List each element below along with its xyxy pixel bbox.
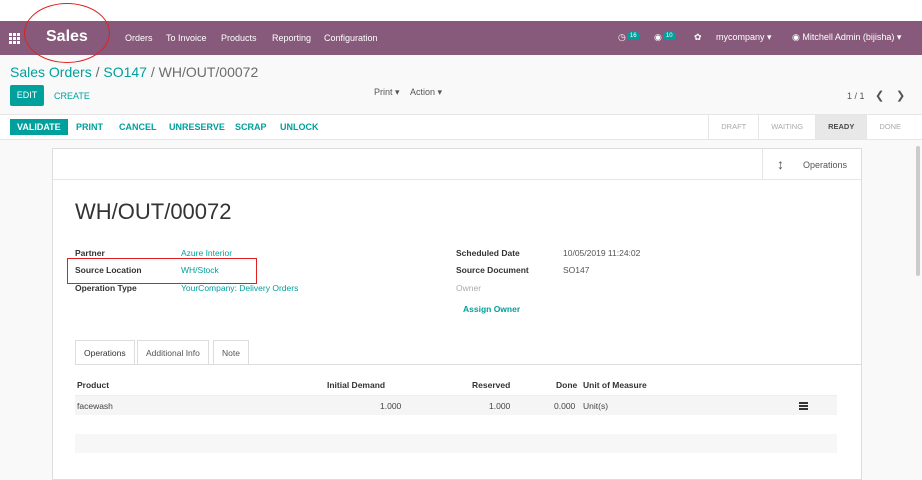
validate-button[interactable]: VALIDATE: [10, 119, 68, 135]
unlock-button[interactable]: UNLOCK: [280, 122, 319, 132]
unreserve-button[interactable]: UNRESERVE: [169, 122, 225, 132]
company-name: mycompany: [716, 32, 765, 42]
breadcrumb-current: WH/OUT/00072: [158, 64, 259, 80]
annotation-circle: [24, 3, 110, 63]
column-header-unit-of-measure[interactable]: Unit of Measure: [583, 380, 647, 390]
detailed-operations-icon[interactable]: [799, 402, 808, 410]
user-menu[interactable]: ◉ Mitchell Admin (bijisha) ▾: [792, 32, 901, 43]
column-header-product[interactable]: Product: [77, 380, 109, 390]
print-dropdown[interactable]: Print ▾: [374, 87, 400, 98]
pager-previous-icon[interactable]: ❮: [875, 89, 884, 102]
arrows-v-icon: ↕: [777, 156, 784, 172]
stage-done: DONE: [866, 115, 913, 139]
record-title: WH/OUT/00072: [75, 199, 232, 224]
cell-done: 0.000: [554, 401, 576, 411]
main-navbar: Sales Orders To Invoice Products Reporti…: [0, 21, 922, 55]
edit-button[interactable]: EDIT: [10, 85, 44, 106]
clock-icon: ◷: [618, 32, 626, 42]
print-button[interactable]: PRINT: [76, 122, 103, 132]
tab-note[interactable]: Note: [213, 340, 249, 364]
caret-down-icon: ▾: [437, 87, 443, 97]
tab-additional-info[interactable]: Additional Info: [137, 340, 209, 364]
stage-ready: READY: [815, 115, 867, 139]
table-row[interactable]: [75, 395, 837, 415]
breadcrumb: Sales Orders / SO147 / WH/OUT/00072: [10, 64, 258, 80]
caret-down-icon: ▾: [767, 32, 772, 42]
stage-draft: DRAFT: [708, 115, 758, 139]
menu-reporting[interactable]: Reporting: [272, 33, 311, 43]
annotation-box: [67, 258, 257, 284]
bug-icon[interactable]: ✿: [694, 32, 702, 43]
assign-owner-button[interactable]: Assign Owner: [463, 304, 520, 314]
scheduled-date-label: Scheduled Date: [456, 248, 520, 258]
source-document-label: Source Document: [456, 265, 529, 275]
menu-configuration[interactable]: Configuration: [324, 33, 378, 43]
operation-type-label: Operation Type: [75, 283, 137, 293]
stage-waiting: WAITING: [758, 115, 815, 139]
tab-operations[interactable]: Operations: [75, 340, 135, 364]
notebook-tabs: Operations Additional Info Note: [75, 340, 861, 365]
form-sheet: ↕ Operations WH/OUT/00072 Partner Azure …: [52, 148, 862, 480]
scheduled-date-value: 10/05/2019 11:24:02: [563, 248, 641, 258]
avatar: ◉: [792, 32, 800, 42]
menu-to-invoice[interactable]: To Invoice: [166, 33, 207, 43]
messaging-indicator[interactable]: ◉ 10: [654, 32, 676, 43]
stage-pipeline: DRAFT WAITING READY DONE: [708, 115, 913, 139]
owner-field[interactable]: Owner: [456, 283, 481, 293]
cell-reserved: 1.000: [489, 401, 511, 411]
message-badge: 10: [662, 32, 676, 40]
pager-value: 1 / 1: [847, 91, 865, 101]
menu-products[interactable]: Products: [221, 33, 257, 43]
browser-top-strip: [0, 0, 922, 21]
menu-orders[interactable]: Orders: [125, 33, 153, 43]
operation-type-value[interactable]: YourCompany: Delivery Orders: [181, 283, 298, 293]
table-empty-row: [75, 434, 837, 453]
user-name: Mitchell Admin (bijisha): [802, 32, 895, 42]
button-box: ↕ Operations: [53, 149, 861, 180]
action-dropdown[interactable]: Action ▾: [410, 87, 442, 98]
caret-down-icon: ▾: [395, 87, 400, 97]
breadcrumb-order[interactable]: SO147: [103, 64, 147, 80]
partner-value[interactable]: Azure Interior: [181, 248, 232, 258]
company-switcher[interactable]: mycompany ▾: [716, 32, 772, 43]
source-document-value: SO147: [563, 265, 590, 275]
scrollbar-thumb[interactable]: [916, 146, 920, 276]
breadcrumb-separator: /: [91, 64, 104, 80]
cell-product: facewash: [77, 401, 113, 411]
breadcrumb-separator: /: [146, 64, 159, 80]
print-dropdown-label: Print: [374, 87, 393, 97]
cell-initial-demand: 1.000: [380, 401, 402, 411]
activity-indicator[interactable]: ◷ 16: [618, 32, 640, 43]
partner-label: Partner: [75, 248, 105, 258]
column-header-initial-demand[interactable]: Initial Demand: [327, 380, 385, 390]
chat-icon: ◉: [654, 32, 662, 42]
create-button[interactable]: CREATE: [54, 91, 90, 101]
cancel-button[interactable]: CANCEL: [119, 122, 157, 132]
apps-grid-icon[interactable]: [9, 33, 20, 44]
breadcrumb-sales-orders[interactable]: Sales Orders: [10, 64, 92, 80]
scrap-button[interactable]: SCRAP: [235, 122, 267, 132]
action-dropdown-label: Action: [410, 87, 436, 97]
column-header-done[interactable]: Done: [556, 380, 577, 390]
activity-badge: 16: [626, 32, 640, 40]
pager-next-icon[interactable]: ❯: [896, 89, 905, 102]
operations-smart-button-label: Operations: [803, 160, 848, 170]
caret-down-icon: ▾: [896, 32, 902, 42]
operations-smart-button[interactable]: ↕ Operations: [762, 149, 861, 179]
column-header-reserved[interactable]: Reserved: [472, 380, 510, 390]
cell-unit-of-measure: Unit(s): [583, 401, 609, 411]
status-bar: VALIDATE PRINT CANCEL UNRESERVE SCRAP UN…: [0, 114, 922, 140]
